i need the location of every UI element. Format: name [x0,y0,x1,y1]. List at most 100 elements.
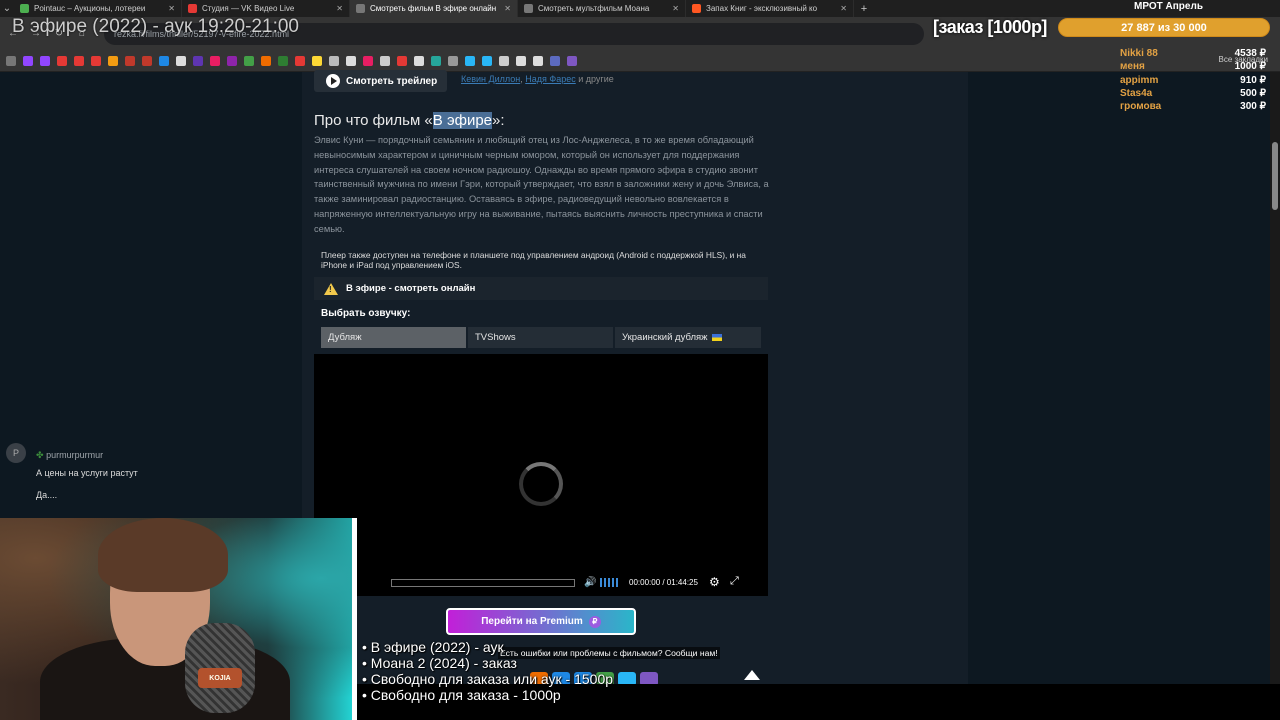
donor-amount: 500 ₽ [1240,88,1266,99]
tab-title: Смотреть мультфильм Моана [538,4,650,13]
premium-label: Перейти на Premium [481,616,583,627]
player-availability-note: Плеер также доступен на телефоне и планш… [321,250,746,270]
watch-online-bar: ! В эфире - смотреть онлайн [314,277,768,300]
bookmark-icon[interactable] [159,55,169,66]
webcam-feed: KOJIA [0,518,357,720]
bookmark-icon[interactable] [227,55,237,66]
film-description: Элвис Куни — порядочный семьянин и любящ… [314,135,769,234]
webcam-person-hair [98,518,228,592]
bookmark-icon[interactable] [244,55,254,66]
bookmark-telegram-icon[interactable] [482,55,492,66]
bookmark-icon[interactable] [176,55,186,66]
close-icon[interactable]: ✕ [336,4,343,13]
chat-username: ✤ purmurpurmur [36,450,103,461]
donor-name: меня [1120,61,1145,72]
actor-link[interactable]: Надя Фарес [525,74,576,84]
tab-moana[interactable]: Смотреть мультфильм Моана ✕ [518,0,686,17]
settings-gear-icon[interactable]: ⚙ [709,575,720,589]
voice-tabs: Дубляж TVShows Украинский дубляж [321,327,761,348]
tab-search-icon[interactable]: ⌄ [0,3,14,14]
bookmark-icon[interactable] [550,55,560,66]
bookmark-icon[interactable] [329,55,339,66]
close-icon[interactable]: ✕ [504,4,511,13]
goal-progress-text: 27 887 из 30 000 [1121,21,1207,34]
bookmark-icon[interactable] [142,55,152,66]
bookmark-icon[interactable] [533,55,543,66]
donor-row: Stas4a 500 ₽ [1120,88,1266,99]
bookmark-icon[interactable] [346,55,356,66]
bookmark-icon[interactable] [193,55,203,66]
progress-bar[interactable] [391,579,575,587]
bookmark-icon[interactable] [312,55,322,66]
donor-row: appimm 910 ₽ [1120,75,1266,86]
loading-spinner-icon [519,462,563,506]
scrollbar-thumb[interactable] [1272,142,1278,210]
bookmark-icon[interactable] [567,55,577,66]
bookmark-icon[interactable] [448,55,458,66]
voice-tab-dub[interactable]: Дубляж [321,327,466,348]
donation-goal-bar: 27 887 из 30 000 [1058,18,1270,37]
donor-amount: 300 ₽ [1240,101,1266,112]
bookmark-icon[interactable] [278,55,288,66]
tab-film-v-efire[interactable]: Смотреть фильм В эфире онлайн ✕ [350,0,518,17]
bookmark-icon[interactable] [397,55,407,66]
new-tab-icon[interactable]: + [854,3,874,15]
bookmark-mail-icon[interactable] [108,55,118,66]
donor-row: громова 300 ₽ [1120,101,1266,112]
tab-pointauc[interactable]: Pointauc – Аукционы, лотереи ✕ [14,0,182,17]
browser-tab-strip: ⌄ Pointauc – Аукционы, лотереи ✕ Студия … [0,0,1280,17]
play-icon [326,74,340,88]
volume-slider[interactable] [600,578,618,587]
voice-tab-tvshows[interactable]: TVShows [468,327,613,348]
premium-button[interactable]: Перейти на Premium ₽ [446,608,636,635]
fullscreen-icon[interactable]: ⤢ [730,575,739,588]
bookmark-twitch-icon[interactable] [40,55,50,66]
order-price-overlay: [заказ [1000р] [933,17,1047,37]
donor-amount: 910 ₽ [1240,75,1266,86]
bookmarks-bar: Все закладки [0,50,1280,72]
bookmark-twitch-icon[interactable] [23,55,33,66]
bookmark-telegram-icon[interactable] [465,55,475,66]
actor-link[interactable]: Кевин Диллон [461,74,520,84]
rezka-favicon-icon [524,4,533,13]
bookmark-youtube-icon[interactable] [74,55,84,66]
donor-row: Nikki 88 4538 ₽ [1120,48,1266,59]
donor-name: Stas4a [1120,88,1153,99]
webcam-edge [352,518,357,720]
goal-title: МРОТ Апрель [1134,1,1203,12]
tab-vk-studio[interactable]: Студия — VK Видео Live ✕ [182,0,350,17]
bookmark-icon[interactable] [499,55,509,66]
queue-item: • Свободно для заказа или аук - 1500р [362,671,614,687]
close-icon[interactable]: ✕ [168,4,175,13]
stream-queue-list: • В эфире (2022) - аук • Моана 2 (2024) … [362,639,613,703]
bookmark-icon[interactable] [380,55,390,66]
ruble-icon: ₽ [588,615,601,628]
bookmark-icon[interactable] [125,55,135,66]
bookmark-icon[interactable] [431,55,441,66]
scroll-top-icon[interactable] [744,670,760,680]
apps-icon[interactable] [6,55,16,66]
bookmark-icon[interactable] [210,55,220,66]
bookmark-icon[interactable] [295,55,305,66]
bookmark-youtube-icon[interactable] [91,55,101,66]
stream-title-overlay: В эфире (2022) - аук 19:20-21:00 [12,16,299,37]
close-icon[interactable]: ✕ [840,4,847,13]
tab-zapah-knig[interactable]: Запах Книг - эксклюзивный ко ✕ [686,0,854,17]
bookmark-icon[interactable] [261,55,271,66]
bookmark-youtube-icon[interactable] [57,55,67,66]
voice-select-label: Выбрать озвучку: [321,308,411,319]
bookmark-icon[interactable] [363,55,373,66]
video-player[interactable]: 🔊 00:00:00 / 01:44:25 ⚙ ⤢ [314,354,768,596]
actors-line: Кевин Диллон, Надя Фарес и другие [461,74,614,84]
close-icon[interactable]: ✕ [672,4,679,13]
about-heading: Про что фильм «В эфире»: [314,112,505,129]
bookmark-icon[interactable] [414,55,424,66]
avatar: P [6,443,26,463]
bookmark-icon[interactable] [516,55,526,66]
volume-icon[interactable]: 🔊 [584,577,596,588]
donor-amount: 1000 ₽ [1234,61,1266,72]
queue-item: • В эфире (2022) - аук [362,639,504,655]
watch-trailer-button[interactable]: Смотреть трейлер [314,70,447,92]
queue-item: • Свободно для заказа - 1000р [362,687,561,703]
voice-tab-ukrainian[interactable]: Украинский дубляж [615,327,761,348]
